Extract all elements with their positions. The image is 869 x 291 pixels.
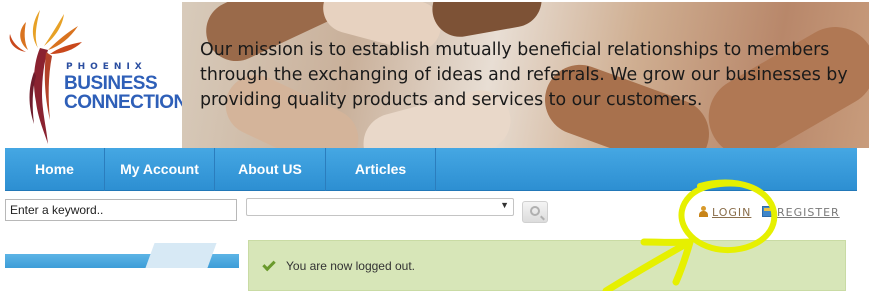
search-button[interactable] [522, 201, 548, 223]
site-header: PHOENIX BUSINESS CONNECTION Our mission … [0, 0, 869, 148]
mission-statement: Our mission is to establish mutually ben… [200, 40, 848, 110]
nav-item-articles[interactable]: Articles [326, 148, 436, 191]
nav-item-about-us[interactable]: About US [215, 148, 326, 191]
chevron-down-icon: ▼ [500, 200, 509, 210]
logo-wordmark: BUSINESS CONNECTION [64, 74, 187, 112]
nav-item-home[interactable]: Home [5, 148, 105, 191]
logo-wordmark-line2: CONNECTION [64, 92, 187, 113]
logo-tagline: PHOENIX [66, 62, 147, 72]
category-select[interactable]: ▼ [246, 198, 514, 216]
login-link[interactable]: LOGIN [699, 206, 751, 219]
hero-banner: Our mission is to establish mutually ben… [182, 2, 869, 148]
register-link[interactable]: REGISTER [762, 206, 840, 219]
notice-message: You are now logged out. [286, 259, 415, 273]
main-nav: Home My Account About US Articles [5, 148, 857, 191]
register-label: REGISTER [777, 206, 840, 219]
check-icon [262, 257, 276, 272]
logout-notice: You are now logged out. [248, 240, 846, 291]
register-icon [762, 206, 773, 217]
search-icon [530, 206, 540, 216]
user-icon [699, 206, 708, 217]
banner-photo-hand [428, 2, 546, 42]
keyword-search-input[interactable] [5, 199, 237, 221]
nav-item-my-account[interactable]: My Account [105, 148, 215, 191]
login-label: LOGIN [712, 206, 752, 219]
site-logo[interactable]: PHOENIX BUSINESS CONNECTION [4, 2, 187, 148]
sidebar-header-highlight [145, 243, 217, 268]
logo-wordmark-line1: BUSINESS [64, 73, 158, 94]
